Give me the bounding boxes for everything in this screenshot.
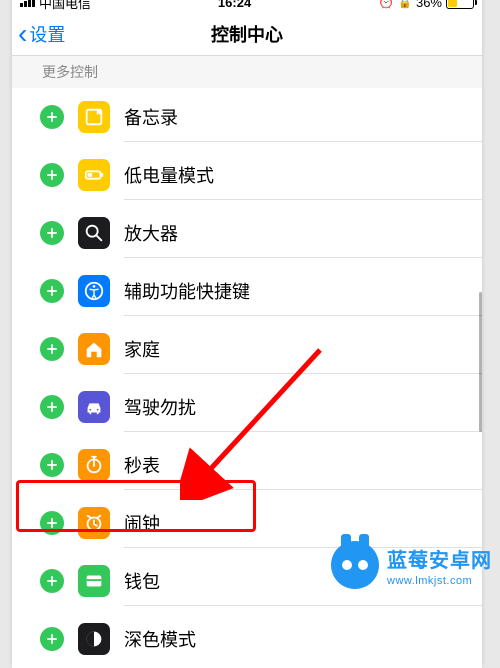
row-label: 低电量模式 — [124, 162, 214, 188]
clock: 16:24 — [218, 0, 251, 10]
plus-icon — [45, 574, 59, 588]
plus-icon — [45, 342, 59, 356]
wallet-icon — [78, 565, 110, 597]
section-header: 更多控制 — [12, 56, 482, 88]
add-button[interactable] — [40, 627, 64, 651]
list-item-home: 家庭 — [12, 320, 482, 378]
stopwatch-icon — [78, 449, 110, 481]
watermark-url: www.lmkjst.com — [387, 575, 492, 587]
home-icon — [78, 333, 110, 365]
car-icon — [78, 391, 110, 423]
list-item-stopwatch: 秒表 — [12, 436, 482, 494]
list-item-lowpower: 低电量模式 — [12, 146, 482, 204]
plus-icon — [45, 400, 59, 414]
list-item-magnifier: 放大器 — [12, 204, 482, 262]
row-label: 秒表 — [124, 452, 160, 478]
watermark-title: 蓝莓安卓网 — [387, 544, 492, 573]
back-label: 设置 — [29, 21, 65, 47]
plus-icon — [45, 284, 59, 298]
list-item-accessibility: 辅助功能快捷键 — [12, 262, 482, 320]
plus-icon — [45, 458, 59, 472]
status-bar: 中国电信 16:24 ⏰ 🔒 36% — [12, 0, 482, 12]
add-button[interactable] — [40, 453, 64, 477]
carrier-label: 中国电信 — [39, 0, 91, 12]
battery-pct: 36% — [416, 0, 442, 10]
add-button[interactable] — [40, 337, 64, 361]
row-label: 驾驶勿扰 — [124, 394, 196, 420]
list-item-dark-mode: 深色模式 — [12, 610, 482, 668]
add-button[interactable] — [40, 569, 64, 593]
list-item-notes: 备忘录 — [12, 88, 482, 146]
row-label: 深色模式 — [124, 626, 196, 652]
nav-bar: ‹ 设置 控制中心 — [12, 12, 482, 56]
row-label: 放大器 — [124, 220, 178, 246]
magnifier-icon — [78, 217, 110, 249]
plus-icon — [45, 516, 59, 530]
low-power-icon — [78, 159, 110, 191]
add-button[interactable] — [40, 279, 64, 303]
list-item-dnd-driving: 驾驶勿扰 — [12, 378, 482, 436]
add-button[interactable] — [40, 105, 64, 129]
chevron-left-icon: ‹ — [18, 20, 27, 48]
row-label: 备忘录 — [124, 104, 178, 130]
page-title: 控制中心 — [211, 21, 283, 47]
orientation-lock-icon: 🔒 — [398, 0, 412, 9]
plus-icon — [45, 110, 59, 124]
plus-icon — [45, 632, 59, 646]
plus-icon — [45, 168, 59, 182]
row-label: 辅助功能快捷键 — [124, 278, 250, 304]
accessibility-icon — [78, 275, 110, 307]
alarm-icon — [78, 507, 110, 539]
watermark: 蓝莓安卓网 www.lmkjst.com — [331, 541, 492, 589]
battery-icon — [446, 0, 474, 9]
plus-icon — [45, 226, 59, 240]
back-button[interactable]: ‹ 设置 — [12, 20, 65, 48]
signal-icon — [20, 0, 35, 7]
dark-mode-icon — [78, 623, 110, 655]
add-button[interactable] — [40, 221, 64, 245]
row-label: 家庭 — [124, 336, 160, 362]
row-label: 钱包 — [124, 568, 160, 594]
scroll-indicator[interactable] — [479, 292, 482, 432]
notes-icon — [78, 101, 110, 133]
alarm-status-icon: ⏰ — [378, 0, 394, 10]
add-button[interactable] — [40, 395, 64, 419]
add-button[interactable] — [40, 163, 64, 187]
add-button[interactable] — [40, 511, 64, 535]
row-label: 闹钟 — [124, 510, 160, 536]
watermark-logo-icon — [331, 541, 379, 589]
